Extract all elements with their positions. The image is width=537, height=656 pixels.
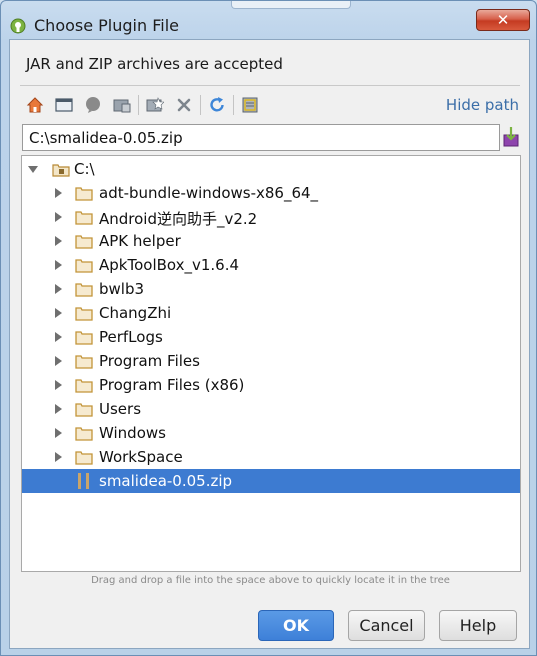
toolbar-separator [200,95,201,115]
tree-folder-row[interactable]: adt-bundle-windows-x86_64_ [22,181,520,205]
folder-icon [75,235,93,249]
close-icon: ✕ [496,12,510,29]
tree-item-label: adt-bundle-windows-x86_64_ [99,184,319,202]
folder-icon [75,283,93,297]
folder-icon [75,427,93,441]
collapsed-arrow-icon[interactable] [53,187,63,199]
delete-icon[interactable] [173,94,195,116]
close-button[interactable]: ✕ [476,9,530,31]
collapsed-arrow-icon[interactable] [53,283,63,295]
drive-folder-icon [52,164,70,177]
toolbar-separator [138,95,139,115]
tree-item-label: Windows [99,424,166,442]
tree-root-label: C:\ [74,160,95,178]
collapsed-arrow-icon[interactable] [53,379,63,391]
tree-folder-row[interactable]: bwlb3 [22,277,520,301]
tree-folder-row[interactable]: WorkSpace [22,445,520,469]
tree-folder-row[interactable]: Users [22,397,520,421]
tree-item-label: Android逆向助手_v2.2 [99,210,258,228]
window-top-strip [231,1,351,9]
tree-item-label: PerfLogs [99,328,163,346]
tree-folder-row[interactable]: PerfLogs [22,325,520,349]
collapsed-arrow-icon[interactable] [53,451,63,463]
toolbar-separator [233,95,234,115]
cancel-button[interactable]: Cancel [348,610,425,641]
tree-file-row[interactable]: smalidea-0.05.zip [22,469,520,493]
dialog-content: JAR and ZIP archives are accepted Hide p… [9,39,530,649]
refresh-icon[interactable] [206,94,228,116]
tree-folder-row[interactable]: Program Files (x86) [22,373,520,397]
android-studio-icon [10,18,26,34]
tree-folder-row[interactable]: ChangZhi [22,301,520,325]
folder-icon [75,379,93,393]
dialog-window: Choose Plugin File ✕ JAR and ZIP archive… [0,0,537,656]
folder-icon [75,307,93,321]
header-divider [20,85,520,86]
ok-button[interactable]: OK [258,610,334,641]
folder-icon [75,331,93,345]
tree-folder-row[interactable]: Android逆向助手_v2.2 [22,205,520,229]
tree-item-label: Program Files (x86) [99,376,245,394]
tree-folder-row[interactable]: APK helper [22,229,520,253]
tree-item-label: ChangZhi [99,304,172,322]
collapsed-arrow-icon[interactable] [53,235,63,247]
tree-item-label: APK helper [99,232,181,250]
collapsed-arrow-icon[interactable] [53,427,63,439]
module-icon[interactable] [111,94,133,116]
tree-folder-row[interactable]: Program Files [22,349,520,373]
folder-icon [75,403,93,417]
tree-folder-row[interactable]: ApkToolBox_v1.6.4 [22,253,520,277]
home-icon[interactable] [24,94,46,116]
collapsed-arrow-icon[interactable] [53,355,63,367]
collapsed-arrow-icon[interactable] [53,211,63,223]
folder-icon [75,211,93,225]
tree-item-label: WorkSpace [99,448,183,466]
expanded-arrow-icon[interactable] [28,163,38,175]
folder-icon [75,451,93,465]
accepted-types-message: JAR and ZIP archives are accepted [26,55,283,73]
collapsed-arrow-icon[interactable] [53,259,63,271]
collapsed-arrow-icon[interactable] [53,331,63,343]
show-hidden-icon[interactable] [239,94,261,116]
collapsed-arrow-icon[interactable] [53,307,63,319]
collapsed-arrow-icon[interactable] [53,403,63,415]
hide-path-link[interactable]: Hide path [446,96,519,114]
download-icon [503,127,519,147]
tree-item-label: Users [99,400,142,418]
project-icon[interactable] [82,94,104,116]
help-button[interactable]: Help [439,610,517,641]
path-history-button[interactable] [502,126,520,148]
window-title: Choose Plugin File [34,16,179,35]
tree-item-label: ApkToolBox_v1.6.4 [99,256,240,274]
tree-item-label: bwlb3 [99,280,145,298]
folder-icon [75,187,93,201]
path-field[interactable] [22,124,500,151]
tree-root-row[interactable]: C:\ [22,157,520,181]
new-folder-icon[interactable] [144,94,166,116]
folder-icon [75,355,93,369]
archive-icon [78,473,89,489]
desktop-icon[interactable] [53,94,75,116]
tree-folder-row[interactable]: Windows [22,421,520,445]
file-tree[interactable]: C:\ adt-bundle-windows-x86_64_ Android逆向助… [21,155,521,572]
folder-icon [75,259,93,273]
tree-item-label: smalidea-0.05.zip [99,472,233,490]
drag-drop-hint: Drag and drop a file into the space abov… [91,575,450,586]
tree-item-label: Program Files [99,352,200,370]
toolbar: Hide path [24,92,519,118]
